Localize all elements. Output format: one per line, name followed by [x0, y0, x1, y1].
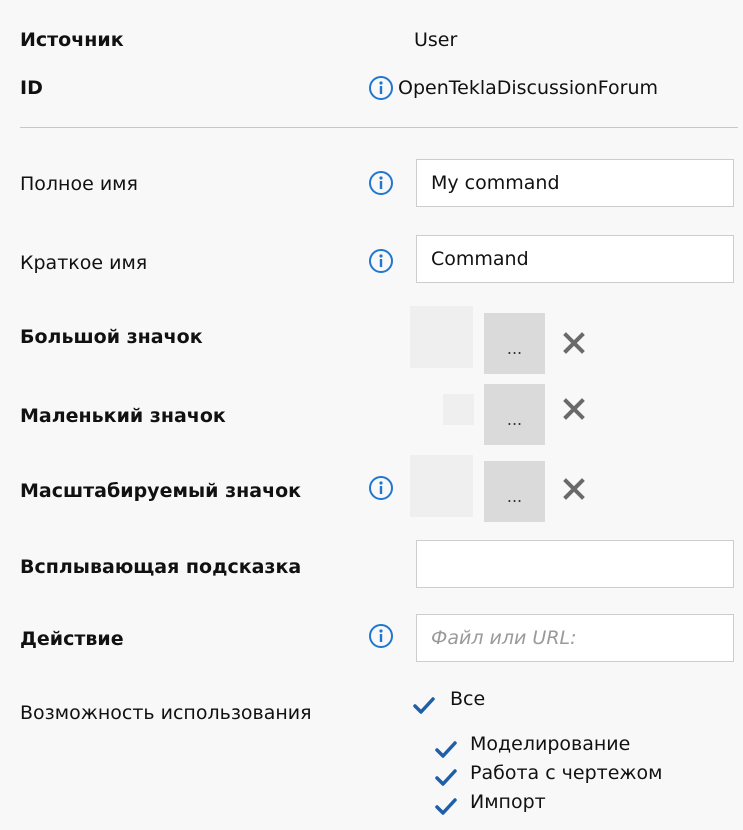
drawing-checkbox-label[interactable]: Работа с чертежом: [470, 761, 663, 785]
action-input[interactable]: Файл или URL:: [416, 614, 734, 662]
info-icon[interactable]: [368, 170, 394, 196]
info-icon[interactable]: [368, 475, 394, 501]
modeling-checkbox[interactable]: [434, 737, 458, 761]
info-icon[interactable]: [368, 623, 394, 649]
small-icon-label: Маленький значок: [20, 405, 226, 427]
modeling-checkbox-label[interactable]: Моделирование: [470, 732, 630, 756]
source-label: Источник: [20, 29, 124, 51]
large-icon-preview: [410, 306, 473, 368]
scalable-icon-browse-button[interactable]: ...: [484, 461, 545, 522]
close-icon[interactable]: [562, 397, 586, 421]
command-properties-panel: Источник User ID OpenTeklaDiscussionForu…: [0, 0, 743, 830]
usability-label: Возможность использования: [20, 702, 312, 724]
scalable-icon-preview: [410, 455, 473, 517]
info-icon[interactable]: [368, 248, 394, 274]
small-icon-browse-button[interactable]: ...: [484, 384, 545, 445]
large-icon-browse-button[interactable]: ...: [484, 313, 545, 374]
drawing-checkbox[interactable]: [434, 765, 458, 789]
full-name-input[interactable]: My command: [416, 159, 734, 207]
small-icon-preview: [443, 394, 474, 425]
tooltip-input[interactable]: [416, 540, 734, 588]
short-name-label: Краткое имя: [20, 252, 148, 274]
scalable-icon-label: Масштабируемый значок: [20, 480, 302, 502]
action-label: Действие: [20, 628, 124, 650]
import-checkbox[interactable]: [434, 794, 458, 818]
tooltip-label: Всплывающая подсказка: [20, 556, 302, 578]
section-divider: [20, 127, 738, 128]
short-name-input[interactable]: Command: [416, 235, 734, 283]
id-value: OpenTeklaDiscussionForum: [398, 77, 659, 99]
close-icon[interactable]: [562, 477, 586, 501]
full-name-label: Полное имя: [20, 173, 138, 195]
import-checkbox-label[interactable]: Импорт: [470, 790, 546, 814]
all-checkbox-label[interactable]: Все: [450, 687, 485, 711]
id-label: ID: [20, 77, 43, 99]
info-icon[interactable]: [368, 75, 394, 101]
source-value: User: [414, 29, 458, 51]
large-icon-label: Большой значок: [20, 326, 203, 348]
all-checkbox[interactable]: [412, 693, 436, 717]
close-icon[interactable]: [562, 331, 586, 355]
